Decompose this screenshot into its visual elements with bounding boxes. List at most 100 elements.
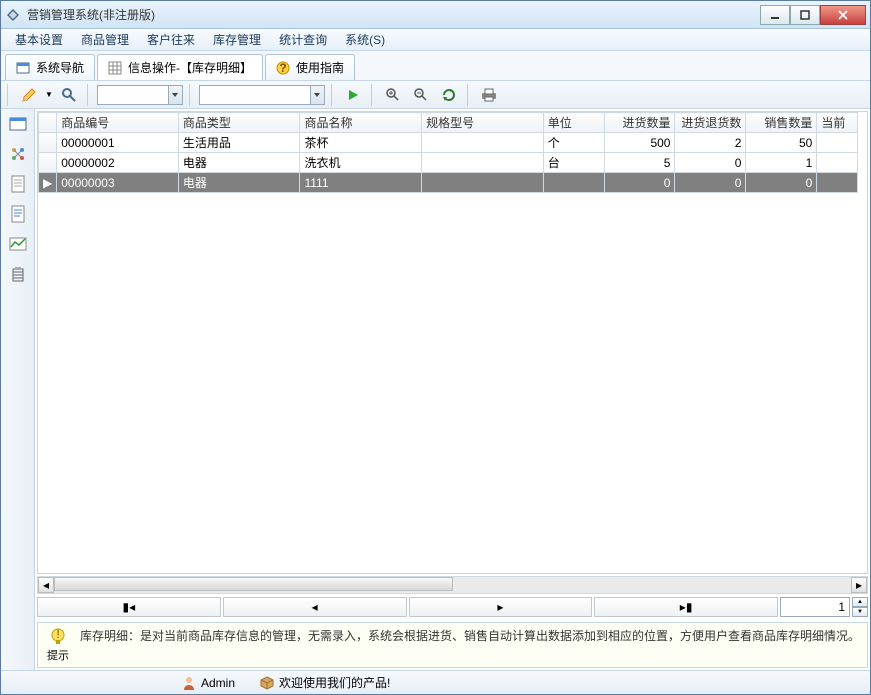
filter-value-combo[interactable]: [199, 85, 325, 105]
side-panel-4[interactable]: [5, 203, 31, 225]
separator: [467, 84, 471, 106]
cell-current[interactable]: [817, 173, 858, 193]
side-panel-6[interactable]: [5, 263, 31, 285]
cell-qty-sale[interactable]: 0: [746, 173, 817, 193]
side-panel-1[interactable]: [5, 113, 31, 135]
cell-qty-return[interactable]: 0: [675, 173, 746, 193]
cell-unit[interactable]: 台: [543, 153, 604, 173]
zoom-out-button[interactable]: [409, 84, 433, 106]
menu-customer[interactable]: 客户往来: [139, 29, 203, 50]
cell-product-type[interactable]: 生活用品: [178, 133, 300, 153]
nav-last-button[interactable]: ▸▮: [594, 597, 778, 617]
cell-product-type[interactable]: 电器: [178, 173, 300, 193]
cell-current[interactable]: [817, 153, 858, 173]
filter-value-input[interactable]: [200, 86, 310, 104]
col-unit[interactable]: 单位: [543, 113, 604, 133]
cell-spec[interactable]: [422, 133, 544, 153]
col-product-name[interactable]: 商品名称: [300, 113, 422, 133]
zoom-in-button[interactable]: [381, 84, 405, 106]
status-welcome: 欢迎使用我们的产品!: [251, 673, 398, 693]
cell-product-id[interactable]: 00000003: [57, 173, 179, 193]
menu-system[interactable]: 系统(S): [337, 29, 393, 50]
side-panel-2[interactable]: [5, 143, 31, 165]
close-button[interactable]: [820, 5, 866, 25]
edit-button[interactable]: [17, 84, 41, 106]
window-buttons: [760, 5, 866, 25]
side-panel-3[interactable]: [5, 173, 31, 195]
col-qty-in[interactable]: 进货数量: [604, 113, 675, 133]
search-button[interactable]: [57, 84, 81, 106]
maximize-button[interactable]: [790, 5, 820, 25]
cell-qty-sale[interactable]: 1: [746, 153, 817, 173]
horizontal-scrollbar[interactable]: ◂ ▸: [37, 576, 868, 594]
cell-qty-in[interactable]: 0: [604, 173, 675, 193]
nav-first-button[interactable]: ▮◂: [37, 597, 221, 617]
chevron-down-icon[interactable]: [168, 86, 182, 104]
cell-qty-sale[interactable]: 50: [746, 133, 817, 153]
scroll-left-icon[interactable]: ◂: [38, 577, 54, 593]
row-indicator: [39, 153, 57, 173]
spin-down[interactable]: ▼: [852, 607, 868, 617]
table-row[interactable]: ▶00000003电器1111000: [39, 173, 858, 193]
col-product-id[interactable]: 商品编号: [57, 113, 179, 133]
status-welcome-text: 欢迎使用我们的产品!: [279, 674, 390, 691]
menu-stats[interactable]: 统计查询: [271, 29, 335, 50]
data-grid[interactable]: 商品编号 商品类型 商品名称 规格型号 单位 进货数量 进货退货数 销售数量 当…: [37, 111, 868, 574]
tab-system-nav[interactable]: 系统导航: [5, 54, 95, 80]
print-button[interactable]: [477, 84, 501, 106]
statusbar: Admin 欢迎使用我们的产品!: [1, 670, 870, 694]
run-button[interactable]: [341, 84, 365, 106]
app-window: 营销管理系统(非注册版) 基本设置 商品管理 客户往来 库存管理 统计查询 系统…: [0, 0, 871, 695]
cube-icon: [259, 675, 275, 691]
table-row[interactable]: 00000001生活用品茶杯 个500250: [39, 133, 858, 153]
cell-product-name[interactable]: 1111: [300, 173, 422, 193]
record-navigator: ▮◂ ◂ ▸ ▸▮ ▲▼: [37, 596, 868, 618]
scroll-right-icon[interactable]: ▸: [851, 577, 867, 593]
dropdown-arrow[interactable]: ▼: [45, 90, 53, 99]
scroll-track[interactable]: [54, 577, 851, 593]
cell-unit[interactable]: 个: [543, 133, 604, 153]
nav-prev-button[interactable]: ◂: [223, 597, 407, 617]
menu-product-mgmt[interactable]: 商品管理: [73, 29, 137, 50]
menu-basic-settings[interactable]: 基本设置: [7, 29, 71, 50]
tab-user-guide[interactable]: ? 使用指南: [265, 54, 355, 80]
separator: [189, 84, 193, 106]
col-qty-return[interactable]: 进货退货数: [675, 113, 746, 133]
nav-next-button[interactable]: ▸: [409, 597, 593, 617]
side-panel-5[interactable]: [5, 233, 31, 255]
cell-product-name[interactable]: 茶杯: [300, 133, 422, 153]
filter-field-input[interactable]: [98, 86, 168, 104]
cell-product-id[interactable]: 00000001: [57, 133, 179, 153]
col-current[interactable]: 当前: [817, 113, 858, 133]
col-qty-sale[interactable]: 销售数量: [746, 113, 817, 133]
window-title: 营销管理系统(非注册版): [27, 6, 760, 23]
col-product-type[interactable]: 商品类型: [178, 113, 300, 133]
cell-product-id[interactable]: 00000002: [57, 153, 179, 173]
cell-current[interactable]: [817, 133, 858, 153]
col-spec[interactable]: 规格型号: [422, 113, 544, 133]
spin-up[interactable]: ▲: [852, 597, 868, 607]
svg-text:?: ?: [279, 61, 286, 75]
hint-icon-column: ! 提示: [44, 627, 72, 663]
cell-product-name[interactable]: 洗衣机: [300, 153, 422, 173]
menu-inventory[interactable]: 库存管理: [205, 29, 269, 50]
cell-qty-in[interactable]: 500: [604, 133, 675, 153]
nav-spinner[interactable]: ▲▼: [852, 597, 868, 617]
hint-text: 库存明细：是对当前商品库存信息的管理，无需录入，系统会根据进货、销售自动计算出数…: [80, 627, 861, 663]
cell-unit[interactable]: [543, 173, 604, 193]
table-row[interactable]: 00000002电器洗衣机 台501: [39, 153, 858, 173]
svg-text:!: !: [56, 627, 59, 641]
scroll-thumb[interactable]: [54, 577, 453, 591]
cell-product-type[interactable]: 电器: [178, 153, 300, 173]
cell-qty-return[interactable]: 2: [675, 133, 746, 153]
chevron-down-icon[interactable]: [310, 86, 324, 104]
nav-page-input[interactable]: [780, 597, 850, 617]
minimize-button[interactable]: [760, 5, 790, 25]
cell-qty-return[interactable]: 0: [675, 153, 746, 173]
cell-qty-in[interactable]: 5: [604, 153, 675, 173]
refresh-button[interactable]: [437, 84, 461, 106]
tab-inventory-detail[interactable]: 信息操作-【库存明细】: [97, 54, 263, 80]
filter-field-combo[interactable]: [97, 85, 183, 105]
cell-spec[interactable]: [422, 173, 544, 193]
cell-spec[interactable]: [422, 153, 544, 173]
